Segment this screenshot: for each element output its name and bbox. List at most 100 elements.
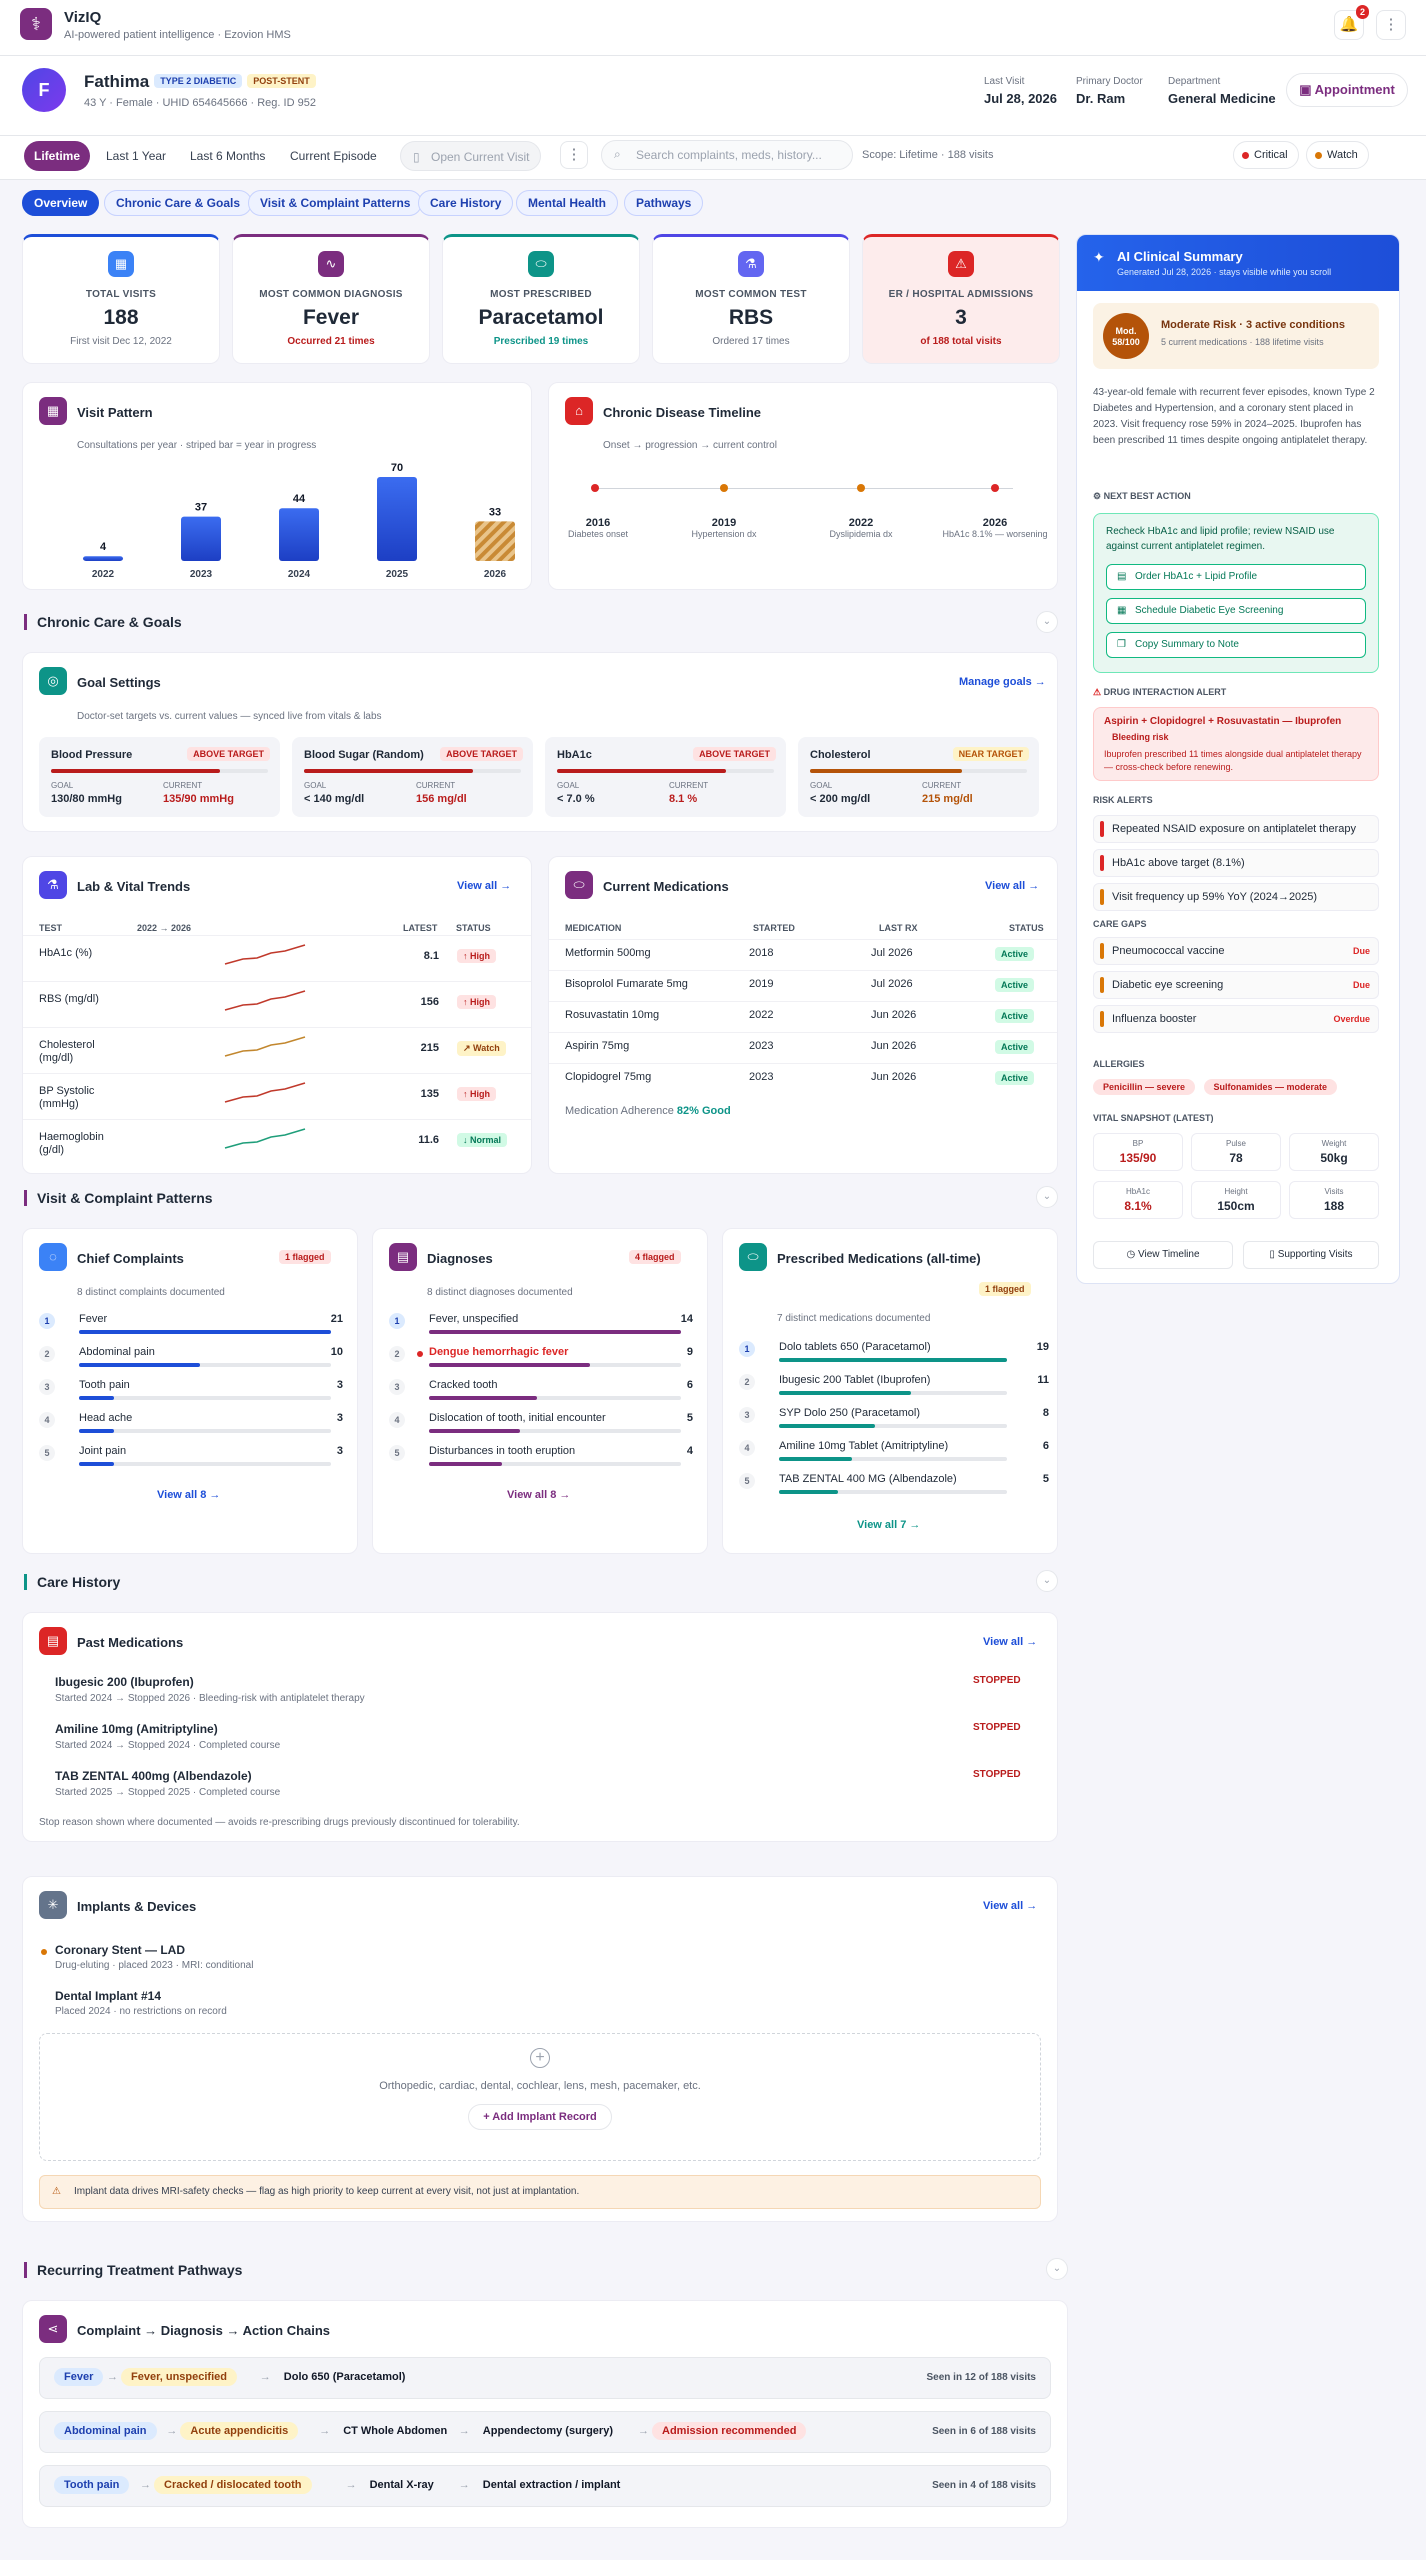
bar-value-label: 33	[489, 506, 501, 518]
diagnoses-view-all-link[interactable]: View all 8 →	[507, 1489, 570, 1501]
flag-badge: 4 flagged	[629, 1250, 681, 1264]
pathway-chain[interactable]: Fever → Fever, unspecified → Dolo 650 (Parac…	[39, 2357, 1051, 2399]
goal-card[interactable]: Blood Sugar (Random) ABOVE TARGET GOAL < 14…	[292, 737, 533, 817]
notifications-button[interactable]: 🔔 2	[1334, 5, 1369, 40]
goal-card[interactable]: Blood Pressure ABOVE TARGET GOAL 130/80 mmH…	[39, 737, 280, 817]
add-implant-button[interactable]: + Add Implant Record	[468, 2104, 612, 2130]
care-gap-item[interactable]: Diabetic eye screening Due	[1093, 971, 1379, 999]
list-item-label[interactable]: SYP Dolo 250 (Paracetamol)	[779, 1407, 920, 1419]
filter-more-button[interactable]: ⋮	[560, 141, 588, 169]
lab-status-badge: ↑ High	[457, 995, 496, 1009]
copy-summary-button[interactable]: ❐ Copy Summary to Note	[1106, 632, 1366, 658]
tab-mental-health[interactable]: Mental Health	[516, 190, 619, 216]
list-item-label[interactable]: Fever	[79, 1313, 107, 1325]
legend-watch[interactable]: Watch	[1306, 141, 1369, 169]
list-item-label[interactable]: Joint pain	[79, 1445, 126, 1457]
risk-alert-item[interactable]: HbA1c above target (8.1%)	[1093, 849, 1379, 877]
stat-common-diagnosis[interactable]: ∿ MOST COMMON DIAGNOSIS Fever Occurred 21 …	[232, 234, 430, 364]
view-timeline-button[interactable]: ◷ View Timeline	[1093, 1241, 1233, 1269]
pathway-step: Abdominal pain	[54, 2422, 157, 2440]
drug-interaction-alert[interactable]: Aspirin + Clopidogrel + Rosuvastatin — I…	[1093, 707, 1379, 781]
goal-card[interactable]: HbA1c ABOVE TARGET GOAL < 7.0 % CURRENT 8.1 %	[545, 737, 786, 817]
appointment-button[interactable]: ▣ Appointment	[1286, 73, 1408, 107]
bar-2023[interactable]	[181, 516, 221, 561]
stat-most-prescribed[interactable]: ⬭ MOST PRESCRIBED Paracetamol Prescribed 1…	[442, 234, 640, 364]
filter-lifetime[interactable]: Lifetime	[24, 141, 91, 171]
pathway-chain[interactable]: Tooth pain → Cracked / dislocated tooth → De…	[39, 2465, 1051, 2507]
rank-number: 2	[389, 1346, 405, 1362]
search-input[interactable]: Search complaints, meds, history...	[601, 140, 853, 170]
past-meds-view-all-link[interactable]: View all →	[983, 1636, 1037, 1648]
risk-alert-item[interactable]: Visit frequency up 59% YoY (2024→2025)	[1093, 883, 1379, 911]
pathway-chain[interactable]: Abdominal pain → Acute appendicitis → CT Who…	[39, 2411, 1051, 2453]
list-item-label[interactable]: TAB ZENTAL 400 MG (Albendazole)	[779, 1473, 957, 1485]
med-started: 2018	[749, 947, 774, 959]
list-item-label[interactable]: Ibugesic 200 Tablet (Ibuprofen)	[779, 1374, 930, 1386]
med-status-badge: Active	[995, 947, 1035, 961]
implant-item[interactable]: Dental Implant #14 Placed 2024 · no restr…	[55, 1989, 227, 2017]
vitals-label: VITAL SNAPSHOT (LATEST)	[1093, 1113, 1214, 1123]
stat-total-visits[interactable]: ▦ TOTAL VISITS 188 First visit Dec 12, 202…	[22, 234, 220, 364]
vital-label: BP	[1132, 1139, 1144, 1148]
pathway-step: Appendectomy (surgery)	[482, 2425, 613, 2437]
past-med-name[interactable]: Amiline 10mg (Amitriptyline)	[55, 1722, 218, 1736]
filter-last-1-year[interactable]: Last 1 Year	[96, 141, 176, 171]
goal-card[interactable]: Cholesterol NEAR TARGET GOAL < 200 mg/dl CUR…	[798, 737, 1039, 817]
complaints-view-all-link[interactable]: View all 8 →	[157, 1489, 220, 1501]
care-gap-item[interactable]: Influenza booster Overdue	[1093, 1005, 1379, 1033]
vital-value: 8.1%	[1124, 1199, 1152, 1213]
collapse-patterns-button[interactable]: ⌄	[1036, 1186, 1058, 1208]
care-gap-item[interactable]: Pneumococcal vaccine Due	[1093, 937, 1379, 965]
risk-alert-item[interactable]: Repeated NSAID exposure on antiplatelet …	[1093, 815, 1379, 843]
more-menu-button[interactable]: ⋮	[1376, 10, 1406, 40]
bar-2022[interactable]	[83, 556, 123, 561]
tab-pathways[interactable]: Pathways	[624, 190, 704, 216]
past-med-name[interactable]: TAB ZENTAL 400mg (Albendazole)	[55, 1769, 252, 1783]
list-item-label[interactable]: Abdominal pain	[79, 1346, 155, 1358]
implant-item[interactable]: Coronary Stent — LAD Drug-eluting · place…	[55, 1943, 253, 1971]
open-current-visit-button[interactable]: ▯ Open Current Visit	[400, 141, 541, 171]
tab-chronic-care[interactable]: Chronic Care & Goals	[104, 190, 253, 216]
row-divider	[23, 935, 531, 936]
sparkline-path	[224, 1128, 306, 1149]
stat-common-test[interactable]: ⚗ MOST COMMON TEST RBS Ordered 17 times	[652, 234, 850, 364]
collapse-pathways-button[interactable]: ⌄	[1046, 2258, 1068, 2280]
lab-status-badge: ↑ High	[457, 1087, 496, 1101]
labs-view-all-link[interactable]: View all →	[457, 880, 511, 892]
collapse-history-button[interactable]: ⌄	[1036, 1570, 1058, 1592]
list-item-label[interactable]: Dolo tablets 650 (Paracetamol)	[779, 1341, 931, 1353]
timeline-event: 2022 Dyslipidemia dx	[829, 517, 893, 539]
list-item-label[interactable]: Dislocation of tooth, initial encounter	[429, 1412, 606, 1424]
bar-2026[interactable]	[475, 521, 515, 561]
bar-2024[interactable]	[279, 508, 319, 561]
past-med-name[interactable]: Ibugesic 200 (Ibuprofen)	[55, 1675, 194, 1689]
list-item-label[interactable]: Fever, unspecified	[429, 1313, 518, 1325]
tab-overview[interactable]: Overview	[22, 190, 100, 216]
schedule-screening-button[interactable]: ▦ Schedule Diabetic Eye Screening	[1106, 598, 1366, 624]
supporting-visits-button[interactable]: ▯ Supporting Visits	[1243, 1241, 1379, 1269]
list-item-label[interactable]: Head ache	[79, 1412, 132, 1424]
stat-admissions[interactable]: ⚠ ER / HOSPITAL ADMISSIONS 3 of 188 total …	[862, 234, 1060, 364]
manage-goals-link[interactable]: Manage goals →	[959, 676, 1046, 688]
order-labs-button[interactable]: ▤ Order HbA1c + Lipid Profile	[1106, 564, 1366, 590]
document-icon: ▯	[413, 150, 420, 164]
legend-critical[interactable]: Critical	[1233, 141, 1299, 169]
prescribed-view-all-link[interactable]: View all 7 →	[857, 1519, 920, 1531]
patient-header: F Fathima TYPE 2 DIABETIC POST-STENT 43 Y …	[0, 56, 1426, 136]
filter-last-6-months[interactable]: Last 6 Months	[180, 141, 275, 171]
vital-label: Height	[1224, 1187, 1248, 1196]
list-item-bar	[79, 1429, 331, 1433]
collapse-chronic-button[interactable]: ⌄	[1036, 611, 1058, 633]
filter-current-episode[interactable]: Current Episode	[280, 141, 387, 171]
meds-view-all-link[interactable]: View all →	[985, 880, 1039, 892]
list-item-label[interactable]: Disturbances in tooth eruption	[429, 1445, 575, 1457]
list-item-label[interactable]: Cracked tooth	[429, 1379, 497, 1391]
tab-care-history[interactable]: Care History	[418, 190, 514, 216]
implants-view-all-link[interactable]: View all →	[983, 1900, 1037, 1912]
list-item-label[interactable]: Tooth pain	[79, 1379, 130, 1391]
list-item-label[interactable]: Amiline 10mg Tablet (Amitriptyline)	[779, 1440, 948, 1452]
tab-visit-patterns[interactable]: Visit & Complaint Patterns	[248, 190, 423, 216]
list-item-label[interactable]: Dengue hemorrhagic fever	[429, 1346, 568, 1358]
warning-icon: ⚠	[948, 251, 974, 277]
bar-2025[interactable]	[377, 477, 417, 561]
